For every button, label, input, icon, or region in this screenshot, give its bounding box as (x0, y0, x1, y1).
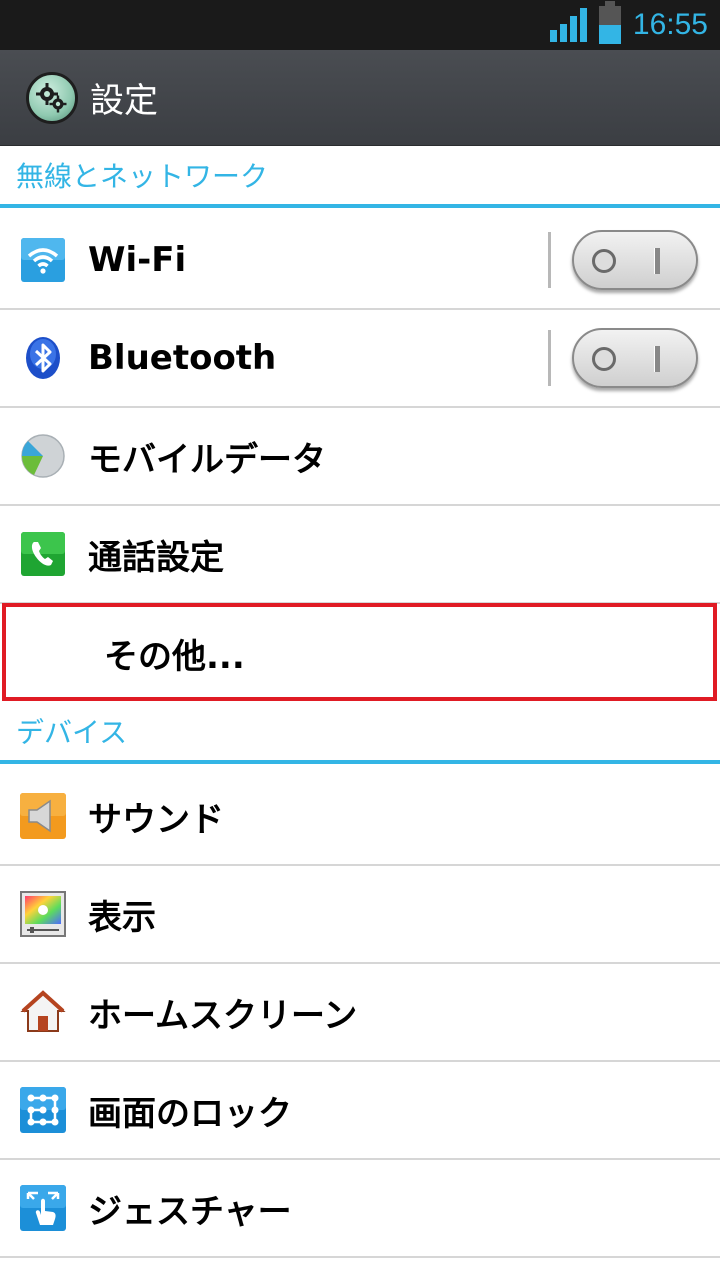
mobile-data-icon (20, 433, 66, 479)
action-bar: 設定 (0, 50, 720, 146)
lock-pattern-icon (20, 1087, 66, 1133)
setting-label: モバイルデータ (88, 439, 326, 480)
speaker-icon (20, 793, 66, 839)
setting-label: ジェスチャー (88, 1191, 292, 1232)
toggle-off-mark (592, 249, 616, 273)
setting-item-call-settings[interactable]: 通話設定 (0, 506, 720, 604)
section-title: 無線とネットワーク (16, 160, 269, 193)
setting-item-wifi[interactable]: Wi-Fi (0, 212, 720, 310)
setting-item-mobile-data[interactable]: モバイルデータ (0, 408, 720, 506)
section-title: デバイス (16, 716, 128, 749)
setting-item-gesture[interactable]: ジェスチャー (0, 1160, 720, 1258)
signal-icon (549, 8, 587, 42)
highlight-box (2, 603, 717, 701)
setting-label: 表示 (88, 897, 156, 938)
setting-item-display[interactable]: 表示 (0, 866, 720, 964)
settings-gears-icon[interactable] (26, 71, 78, 124)
status-bar: 16:55 (0, 0, 720, 50)
toggle-on-mark (654, 346, 660, 372)
setting-label: 画面のロック (88, 1093, 292, 1134)
toggle-divider (548, 232, 551, 288)
wifi-toggle[interactable] (572, 230, 698, 290)
bluetooth-toggle[interactable] (572, 328, 698, 388)
setting-item-bluetooth[interactable]: Bluetooth (0, 310, 720, 408)
gesture-icon (20, 1185, 66, 1231)
section-header-wireless: 無線とネットワーク (0, 146, 720, 208)
toggle-on-mark (654, 248, 660, 274)
toggle-off-mark (592, 347, 616, 371)
setting-item-sound[interactable]: サウンド (0, 768, 720, 866)
phone-icon (20, 531, 66, 577)
battery-icon (598, 1, 621, 44)
setting-label: Wi-Fi (88, 240, 187, 280)
setting-item-home-screen[interactable]: ホームスクリーン (0, 964, 720, 1062)
section-header-device: デバイス (0, 702, 720, 764)
setting-label: Bluetooth (88, 338, 277, 378)
setting-label: 通話設定 (88, 537, 224, 578)
bluetooth-icon (20, 335, 66, 381)
setting-item-screen-lock[interactable]: 画面のロック (0, 1062, 720, 1160)
home-icon (20, 989, 66, 1035)
setting-label: サウンド (88, 799, 224, 840)
toggle-divider (548, 330, 551, 386)
setting-label: ホームスクリーン (88, 995, 358, 1036)
wifi-icon (20, 237, 66, 283)
display-icon (20, 891, 66, 937)
status-time: 16:55 (632, 8, 708, 41)
page-title: 設定 (90, 81, 158, 121)
